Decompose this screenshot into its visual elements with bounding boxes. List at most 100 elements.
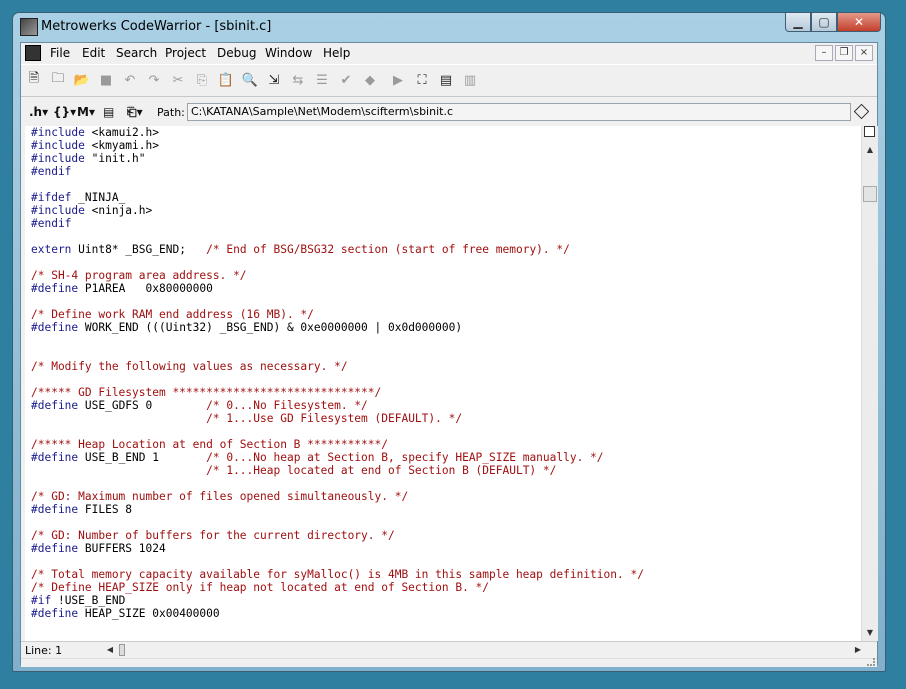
pane-splitter-icon[interactable] [864,126,875,137]
code-token: #include [31,204,85,217]
menu-edit[interactable]: Edit [82,46,105,60]
run-icon[interactable]: ▶ [389,71,407,89]
compile-icon[interactable]: ▤ [437,71,455,89]
code-line: /* 1...Use GD Filesystem (DEFAULT). */ [31,412,644,425]
find-icon[interactable]: 🔍 [241,71,259,89]
menu-help[interactable]: Help [323,46,350,60]
cut-icon[interactable]: ✂ [169,71,187,89]
mdi-close-button[interactable]: × [855,45,873,61]
document-icon[interactable] [25,45,41,61]
menu-bar: File Edit Search Project Debug Window He… [21,43,877,63]
code-token: #endif [31,217,72,230]
line-number-status[interactable]: Line: 1 [25,644,62,657]
title-bar[interactable]: Metrowerks CodeWarrior - [sbinit.c] ▁ ▢ … [13,13,885,43]
vertical-scrollbar[interactable]: ▲ ▼ [861,126,878,641]
code-token: USE_B_END 1 [78,451,207,464]
code-line: #if !USE_B_END [31,594,644,607]
code-token: /* SH-4 program area address. */ [31,269,247,282]
mdi-minimize-button[interactable]: – [815,45,833,61]
undo-icon[interactable]: ↶ [121,71,139,89]
code-token: !USE_B_END [51,594,126,607]
document-settings-icon[interactable]: ▤ [103,103,114,121]
scroll-right-arrow-icon[interactable]: ▶ [851,643,865,657]
minimize-button[interactable]: ▁ [785,13,811,32]
scroll-down-arrow-icon[interactable]: ▼ [862,625,878,641]
menu-search[interactable]: Search [116,46,157,60]
code-line: #define P1AREA 0x80000000 [31,282,644,295]
list-icon[interactable]: ☰ [313,71,331,89]
code-token: <ninja.h> [84,204,153,217]
code-token: USE_GDFS 0 [78,399,207,412]
disassemble-icon[interactable]: ▥ [461,71,479,89]
code-line: /* GD: Number of buffers for the current… [31,529,644,542]
code-token: Uint8* _BSG_END; [71,243,207,256]
code-line: /***** GD Filesystem *******************… [31,386,644,399]
open-folder-icon[interactable]: 🗀 [49,71,67,89]
header-files-popup-icon[interactable]: .h▾ [29,103,48,121]
preprocess-icon[interactable]: ◆ [361,71,379,89]
version-control-icon[interactable]: ⎗▾ [127,103,143,121]
code-line: #include <kamui2.h> [31,126,644,139]
toolbar: 🗎 🗀 📂 ■ ↶ ↷ ✂ ⎘ 📋 🔍 ⇲ ⇆ ☰ ✔ ◆ ▶ ⛶ ▤ ▥ [21,64,877,97]
code-line: #include <kmyami.h> [31,139,644,152]
code-line: #endif [31,165,644,178]
make-icon[interactable]: ⛶ [413,71,431,89]
markers-popup-icon[interactable]: M▾ [77,103,95,121]
open-icon[interactable]: 📂 [73,71,91,89]
code-token: _NINJA_ [71,191,126,204]
replace-icon[interactable]: ⇆ [289,71,307,89]
code-token: #define [31,321,79,334]
code-line: /* GD: Maximum number of files opened si… [31,490,644,503]
code-token: #include [31,152,85,165]
code-line: /* Define HEAP_SIZE only if heap not loc… [31,581,644,594]
code-token: /* Define HEAP_SIZE only if heap not loc… [31,581,490,594]
code-token: /* 0...No heap at Section B, specify HEA… [206,451,604,464]
copy-icon[interactable]: ⎘ [193,71,211,89]
status-bar: Line: 1 ◀ ▶ [21,641,877,658]
scroll-up-arrow-icon[interactable]: ▲ [862,142,878,158]
code-line: /***** Heap Location at end of Section B… [31,438,644,451]
code-token: /* 0...No Filesystem. */ [206,399,368,412]
code-line: #define WORK_END (((Uint32) _BSG_END) & … [31,321,644,334]
scroll-thumb[interactable] [863,186,877,202]
close-button[interactable]: ✕ [837,13,881,32]
find-next-icon[interactable]: ⇲ [265,71,283,89]
code-token: /* End of BSG/BSG32 section (start of fr… [206,243,570,256]
code-token: /***** GD Filesystem *******************… [31,386,382,399]
code-line: #define USE_B_END 1 /* 0...No heap at Se… [31,451,644,464]
mdi-restore-button[interactable]: ❐ [835,45,853,61]
bottom-status-strip [21,658,877,667]
source-code: #include <kamui2.h> #include <kmyami.h> #i… [31,126,644,620]
code-token: #define [31,503,79,516]
save-icon[interactable]: ■ [97,71,115,89]
check-syntax-icon[interactable]: ✔ [337,71,355,89]
code-token: extern [31,243,72,256]
functions-popup-icon[interactable]: {}▾ [53,103,76,121]
menu-window[interactable]: Window [265,46,312,60]
redo-icon[interactable]: ↷ [145,71,163,89]
resize-grip-icon[interactable] [867,658,875,666]
code-token: #define [31,542,79,555]
code-token: #define [31,282,79,295]
paste-icon[interactable]: 📋 [217,71,235,89]
options-diamond-icon[interactable] [853,103,870,120]
code-token: /* GD: Maximum number of files opened si… [31,490,409,503]
menu-debug[interactable]: Debug [217,46,256,60]
code-editor[interactable]: #include <kamui2.h> #include <kmyami.h> #i… [25,126,861,641]
horizontal-scroll-thumb[interactable] [119,644,125,656]
path-field[interactable]: C:\KATANA\Sample\Net\Modem\scifterm\sbin… [187,103,851,121]
code-token: /* GD: Number of buffers for the current… [31,529,395,542]
new-file-icon[interactable]: 🗎 [25,71,43,89]
code-line: #define HEAP_SIZE 0x00400000 [31,607,644,620]
menu-project[interactable]: Project [165,46,206,60]
maximize-button[interactable]: ▢ [811,13,837,32]
menu-file[interactable]: File [50,46,70,60]
scroll-left-arrow-icon[interactable]: ◀ [103,643,117,657]
